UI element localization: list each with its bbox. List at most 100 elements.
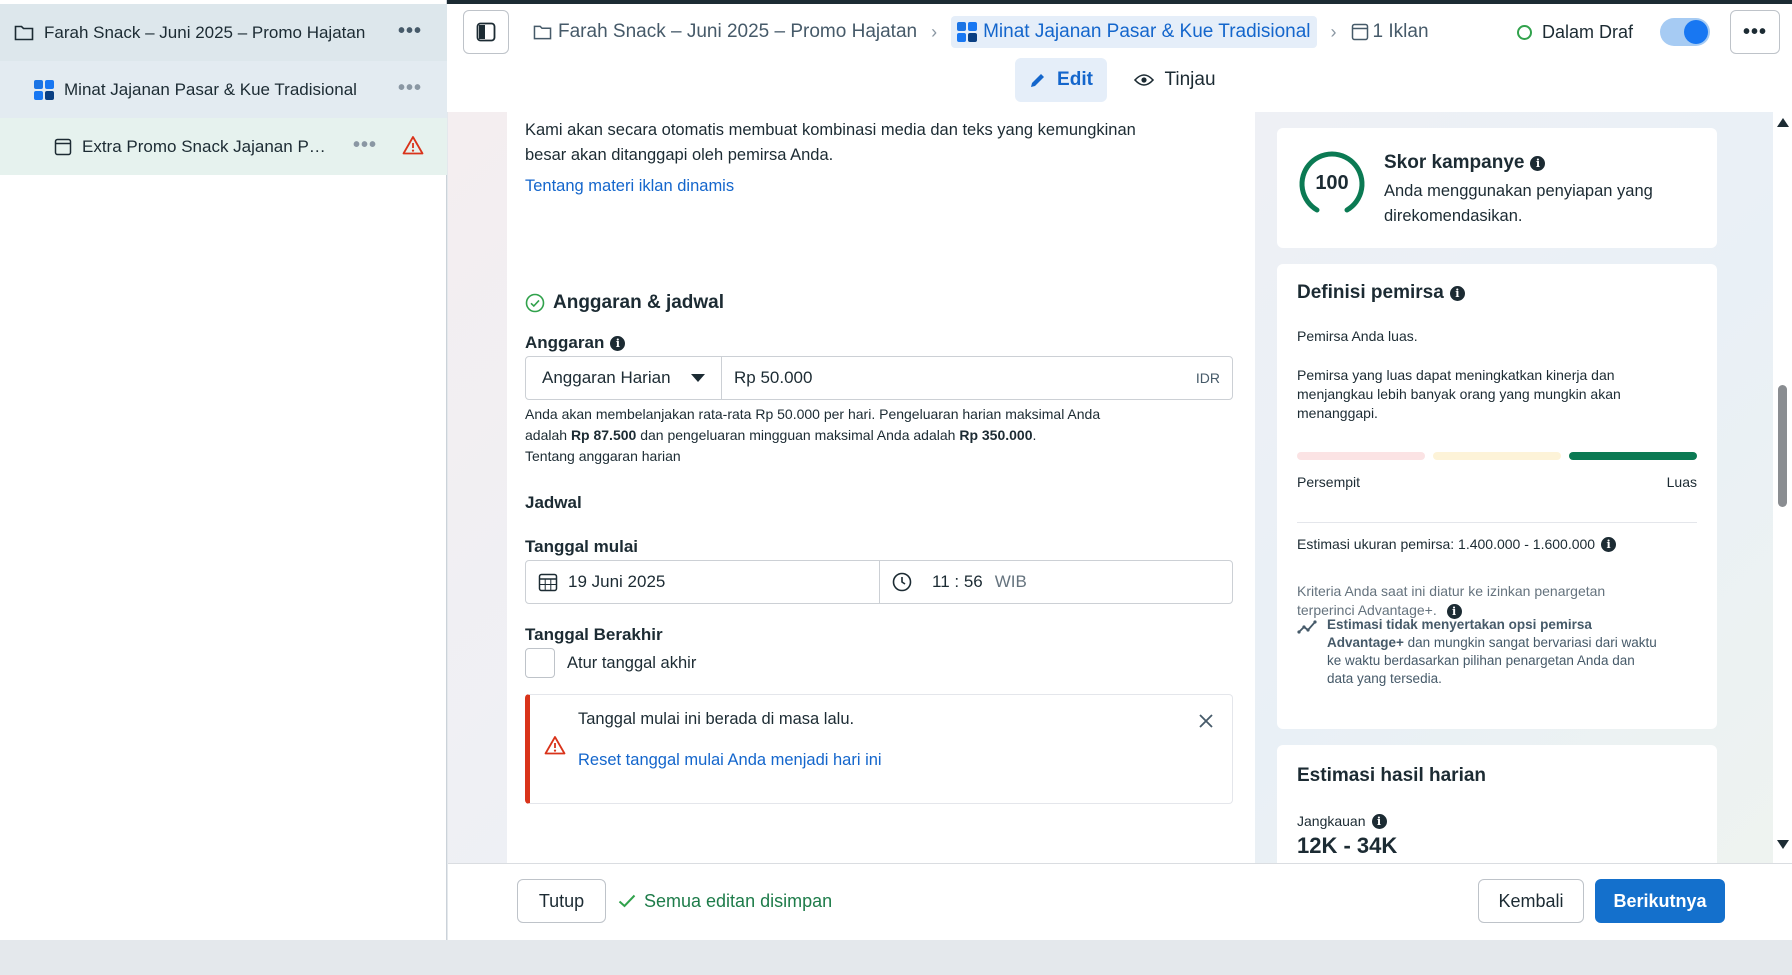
- section-title-text: Anggaran & jadwal: [553, 292, 725, 313]
- budget-schedule-card: Anggaran & jadwal Anggaran i Anggaran Ha…: [507, 272, 1255, 863]
- score-description: Anda menggunakan penyiapan yang direkome…: [1384, 182, 1653, 225]
- breadcrumb-campaign[interactable]: Farah Snack – Juni 2025 – Promo Hajatan: [533, 21, 917, 43]
- audience-definition-card: Definisi pemirsa i Pemirsa Anda luas. Pe…: [1277, 264, 1717, 729]
- audience-explanation: Pemirsa yang luas dapat meningkatkan kin…: [1297, 367, 1621, 421]
- dynamic-creative-link[interactable]: Tentang materi iklan dinamis: [525, 174, 734, 199]
- sidebar-toggle-button[interactable]: [463, 10, 509, 54]
- breadcrumb-label: Farah Snack – Juni 2025 – Promo Hajatan: [558, 21, 918, 42]
- tree-item-label: Extra Promo Snack Jajanan Pa...: [82, 136, 332, 156]
- ad-document-icon: [1351, 23, 1368, 41]
- tab-label: Tinjau: [1164, 69, 1216, 90]
- budget-type-dropdown[interactable]: Anggaran Harian: [526, 357, 722, 399]
- audience-summary: Pemirsa Anda luas.: [1297, 328, 1418, 344]
- audience-title-text: Definisi pemirsa: [1297, 282, 1444, 303]
- audience-title: Definisi pemirsa i: [1297, 282, 1465, 304]
- dynamic-creative-text: Kami akan secara otomatis membuat kombin…: [525, 121, 1136, 164]
- campaign-score-card: 100 Skor kampanye i Anda menggunakan pen…: [1277, 128, 1717, 248]
- next-button[interactable]: Berikutnya: [1595, 879, 1725, 923]
- ad-document-icon: [54, 138, 72, 155]
- tab-edit[interactable]: Edit: [1015, 58, 1107, 102]
- tab-review[interactable]: Tinjau: [1125, 58, 1225, 102]
- reach-label: Jangkauan i: [1297, 811, 1387, 832]
- more-options-icon[interactable]: •••: [353, 135, 377, 155]
- toggle-knob: [1684, 20, 1708, 44]
- close-button[interactable]: Tutup: [517, 879, 606, 923]
- max-daily-value: Rp 87.500: [570, 427, 637, 443]
- more-options-icon[interactable]: •••: [398, 21, 422, 41]
- adset-grid-icon: [34, 79, 54, 100]
- budget-label: Anggaran i: [525, 333, 626, 353]
- reset-start-date-link[interactable]: Reset tanggal mulai Anda menjadi hari in…: [578, 748, 882, 773]
- audience-size-text: Estimasi ukuran pemirsa: 1.400.000 - 1.6…: [1297, 536, 1596, 552]
- pencil-icon: [1031, 74, 1045, 87]
- check-circle-icon: [525, 293, 545, 313]
- panel-icon: [476, 22, 496, 42]
- schedule-label: Jadwal: [525, 493, 582, 512]
- meter-segment-mid: [1433, 452, 1561, 460]
- score-title: Skor kampanye i: [1384, 152, 1546, 174]
- tab-label: Edit: [1057, 69, 1093, 90]
- meter-label-narrow: Persempit: [1297, 474, 1361, 490]
- info-icon[interactable]: i: [1601, 537, 1617, 552]
- section-title: Anggaran & jadwal: [525, 292, 724, 314]
- breadcrumb-label: 1 Iklan: [1372, 21, 1429, 42]
- editor-footer: Tutup Semua editan disimpan Kembali Beri…: [448, 863, 1792, 940]
- tree-item-adset[interactable]: Minat Jajanan Pasar & Kue Tradisional ••…: [0, 61, 447, 118]
- budget-type-value: Anggaran Harian: [542, 368, 671, 387]
- editor-header: Farah Snack – Juni 2025 – Promo Hajatan …: [447, 4, 1792, 112]
- folder-icon: [533, 25, 552, 39]
- save-status: Semua editan disimpan: [618, 879, 832, 923]
- audience-breadth-meter: [1297, 452, 1697, 462]
- budget-amount-input[interactable]: Rp 50.000 IDR: [722, 357, 1232, 399]
- info-icon[interactable]: i: [610, 335, 626, 351]
- back-button[interactable]: Kembali: [1478, 879, 1584, 923]
- more-options-icon[interactable]: •••: [398, 78, 422, 98]
- budget-description: Anda akan membelanjakan rata-rata Rp 50.…: [525, 404, 1145, 446]
- window-bottom-strip: [0, 940, 1792, 975]
- budget-label-text: Anggaran: [525, 333, 605, 352]
- divider: [1297, 522, 1697, 523]
- scroll-up-arrow-icon[interactable]: [1777, 118, 1789, 127]
- save-status-text: Semua editan disimpan: [644, 890, 833, 911]
- clock-icon: [892, 572, 912, 592]
- tree-item-ad[interactable]: Extra Promo Snack Jajanan Pa... •••: [0, 118, 447, 175]
- checkmark-icon: [618, 894, 636, 908]
- campaign-tree-sidebar: Farah Snack – Juni 2025 – Promo Hajatan …: [0, 0, 447, 940]
- start-time-value: 11 : 56: [932, 572, 983, 591]
- start-datetime-group: 19 Juni 2025 11 : 56 WIB: [525, 560, 1233, 604]
- adset-grid-icon: [957, 22, 978, 42]
- tree-item-label: Farah Snack – Juni 2025 – Promo Hajatan: [44, 22, 366, 42]
- scroll-down-arrow-icon[interactable]: [1777, 840, 1789, 849]
- info-icon[interactable]: i: [1371, 814, 1387, 829]
- start-time-input[interactable]: 11 : 56 WIB: [880, 561, 1232, 603]
- past-date-alert: Tanggal mulai ini berada di masa lalu. R…: [525, 694, 1233, 804]
- tree-item-campaign[interactable]: Farah Snack – Juni 2025 – Promo Hajatan …: [0, 4, 447, 61]
- status-badge: Dalam Draf: [1517, 10, 1633, 54]
- chevron-right-icon: ›: [1330, 21, 1337, 42]
- end-date-checkbox[interactable]: [525, 648, 555, 678]
- daily-results-card: Estimasi hasil harian Jangkauan i 12K - …: [1277, 745, 1717, 863]
- warning-icon: [544, 736, 566, 755]
- breadcrumb-ads[interactable]: 1 Iklan: [1351, 21, 1429, 43]
- start-date-label: Tanggal mulai: [525, 537, 639, 556]
- warning-icon: [402, 136, 424, 155]
- status-toggle[interactable]: [1660, 18, 1710, 46]
- start-date-input[interactable]: 19 Juni 2025: [526, 561, 880, 603]
- breadcrumb-adset[interactable]: Minat Jajanan Pasar & Kue Tradisional: [951, 16, 1317, 48]
- budget-desc-text: dan pengeluaran mingguan maksimal Anda a…: [636, 427, 960, 443]
- vertical-scrollbar[interactable]: [1773, 112, 1792, 863]
- more-actions-button[interactable]: •••: [1730, 10, 1780, 54]
- scrollbar-thumb[interactable]: [1778, 385, 1787, 507]
- audience-size: Estimasi ukuran pemirsa: 1.400.000 - 1.6…: [1297, 534, 1617, 555]
- tree-item-label: Minat Jajanan Pasar & Kue Tradisional: [64, 79, 357, 99]
- info-icon[interactable]: i: [1449, 285, 1465, 301]
- budget-desc-text: .: [1032, 427, 1037, 443]
- criteria-text: Kriteria Anda saat ini diatur ke izinkan…: [1297, 582, 1637, 620]
- info-icon[interactable]: i: [1530, 155, 1546, 171]
- chevron-right-icon: ›: [931, 21, 938, 42]
- score-title-text: Skor kampanye: [1384, 152, 1525, 173]
- close-icon[interactable]: [1198, 713, 1214, 729]
- trend-chart-icon: [1297, 620, 1317, 634]
- daily-budget-link[interactable]: Tentang anggaran harian: [525, 446, 681, 467]
- reach-value: 12K - 34K: [1297, 833, 1398, 858]
